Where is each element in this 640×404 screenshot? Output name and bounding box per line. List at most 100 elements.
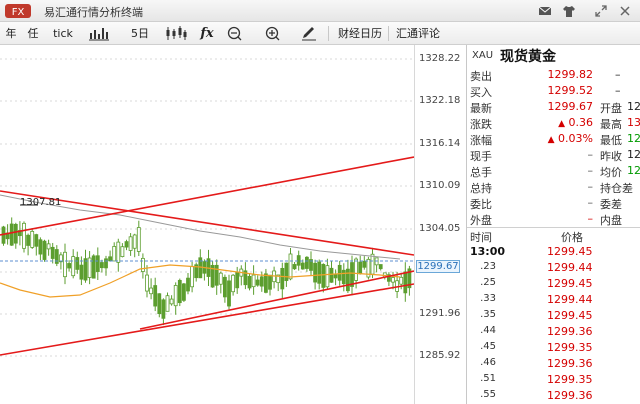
y-tick-label: 1285.92 [419,350,461,361]
candle-body [50,246,55,259]
tick-price: 1299.36 [547,357,593,370]
candle-body [321,263,326,288]
tick-time: .55 [480,389,496,400]
candle-body [317,261,322,284]
quote-value: – [587,196,594,209]
candle-body [42,240,47,260]
candle-body [67,263,71,269]
tick-time: 13:00 [470,245,506,258]
up-arrow-icon: ▲ [547,135,555,145]
candle-body [329,267,334,283]
tick-row: .46 1299.36 [467,356,640,372]
quote-label-secondary: 开盘 [600,102,622,115]
tick-row: .55 1299.36 [467,388,640,404]
candle-body [378,264,383,270]
zoom-out-icon [227,26,242,41]
draw-button[interactable] [300,25,318,42]
quote-label: 现手 [470,150,492,163]
tick-row: 13:00 1299.45 [467,244,640,260]
candle-body [34,234,39,247]
candle-body [251,274,256,288]
period-any-button[interactable]: 任 [26,25,40,42]
period-year-button[interactable]: 年 [4,25,18,42]
chart-canvas[interactable] [0,45,414,404]
five-day-button[interactable]: 5日 [128,25,152,42]
candle-body [161,299,166,319]
skin-icon[interactable] [562,4,576,18]
quote-row: 买入 1299.52 – [467,83,640,99]
tick-row: .25 1299.45 [467,276,640,292]
commentary-button[interactable]: 汇通评论 [394,25,442,42]
candle-body [259,276,264,287]
quote-value: 1299.52 [547,84,594,97]
candle-body [79,264,84,280]
y-tick-label: 1328.22 [419,53,461,64]
quote-label: 总持 [470,182,492,195]
tick-price: 1299.45 [547,245,593,258]
quote-label: 涨跌 [470,118,492,131]
candle-body [391,277,395,283]
candle-body [13,223,18,244]
quote-label: 委比 [470,198,492,211]
candle-body [345,268,350,292]
quote-label: 最新 [470,102,492,115]
candle-body [136,227,141,252]
tick-price: 1299.36 [547,325,593,338]
candle-body [124,241,129,248]
quote-value: 1299.82 [547,68,594,81]
chart-bars-button[interactable] [88,25,110,42]
candle-body [255,279,260,286]
candle-body [153,285,158,307]
trendline-lower-channel[interactable] [0,283,414,356]
candle-body [132,234,137,249]
candle-body [358,261,363,275]
candle-body [235,271,240,289]
candle-body [300,262,305,270]
candle-body [91,255,96,279]
indicator-fx-button[interactable]: fx [198,25,216,42]
candle-body [169,298,174,305]
candle-body [190,266,195,288]
quote-value: – [587,164,594,177]
toolbar-divider [328,26,329,41]
mail-icon[interactable] [538,4,552,18]
quote-label-secondary: 最高 [600,118,622,131]
pen-icon [302,27,316,41]
close-icon[interactable] [618,4,632,18]
quote-label-secondary: 内盘 [600,214,622,227]
candle-body [30,230,35,248]
tick-price: 1299.44 [547,261,593,274]
quote-label: 买入 [470,86,492,99]
toolbar-divider [388,26,389,41]
candle-body [214,264,219,286]
quote-label-secondary: 均价 [600,166,622,179]
tick-price: 1299.35 [547,341,593,354]
y-tick-label: 1322.18 [419,95,461,106]
zoom-in-button[interactable] [264,25,282,42]
quote-label: 涨幅 [470,134,492,147]
calendar-button[interactable]: 财经日历 [336,25,384,42]
quote-value: ▲ 0.03% [547,132,593,145]
candlestick-button[interactable] [164,25,188,42]
candle-body [120,246,125,258]
quote-row: 总持 – 持仓差 [467,179,640,195]
price-chart[interactable]: 1307.81 [0,45,466,404]
candle-body [292,264,297,270]
candle-body [112,246,117,262]
app-logo-icon: FX [5,4,31,18]
restore-icon[interactable] [594,4,608,18]
tick-row: .44 1299.36 [467,324,640,340]
tick-row: .45 1299.35 [467,340,640,356]
quote-label: 外盘 [470,214,492,227]
candle-body [263,273,268,293]
zoom-out-button[interactable] [226,25,244,42]
candle-body [108,256,112,262]
tick-row: .33 1299.44 [467,292,640,308]
tick-button[interactable]: tick [50,25,76,42]
quote-label-secondary: 持仓差 [600,182,633,195]
up-arrow-icon: ▲ [558,119,565,129]
quote-value-secondary: – [615,68,621,81]
tick-time: .46 [480,357,496,368]
y-tick-label: 1291.96 [419,308,461,319]
tick-time: .44 [480,325,496,336]
